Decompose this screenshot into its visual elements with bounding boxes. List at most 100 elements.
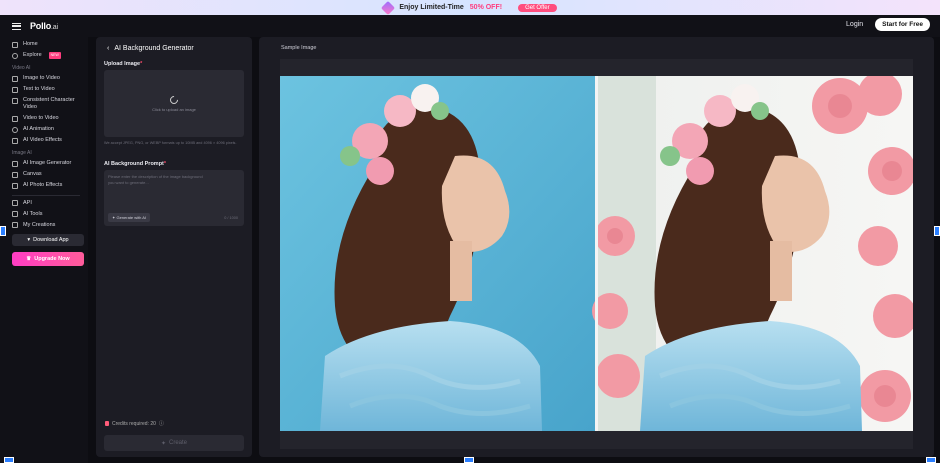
format-note: We accept JPEG, PNG, or WEBP formats up … (104, 141, 237, 145)
prompt-placeholder: Please enter the description of the imag… (108, 174, 203, 185)
menu-icon[interactable] (12, 22, 21, 30)
logo-name: Pollo (30, 21, 51, 31)
upgrade-now-button[interactable]: ♛ Upgrade Now (12, 251, 84, 266)
sidebar-item-image-to-video[interactable]: Image to Video (12, 75, 88, 82)
sidebar-item-label: Explore (23, 52, 42, 58)
folder-icon (12, 222, 18, 229)
sidebar-item-label: AI Tools (23, 210, 43, 217)
sidebar-item-label: AI Image Generator (23, 160, 72, 166)
upload-hint: Click to upload an image (152, 106, 196, 112)
resize-handle-left[interactable] (0, 226, 6, 236)
char-count: 0 / 1000 (224, 216, 238, 220)
resize-handle-bottom[interactable] (464, 457, 474, 463)
image-icon (12, 75, 18, 82)
preview-panel: Sample Image (259, 37, 934, 457)
sample-image-label: Sample Image (281, 45, 317, 51)
sample-comparison-image (280, 76, 913, 431)
tools-icon (12, 211, 18, 218)
sidebar-item-ai-video-effects[interactable]: AI Video Effects (12, 137, 88, 144)
video-icon (12, 115, 18, 122)
sidebar-item-label: Canvas (23, 171, 42, 177)
upload-dropzone[interactable]: Click to upload an image (104, 70, 244, 137)
upload-label-text: Upload Image (104, 61, 141, 67)
promo-banner: Enjoy Limited-Time 50% OFF! Get Offer (0, 0, 940, 15)
required-mark: * (140, 61, 143, 67)
new-badge: NEW (48, 52, 61, 59)
resize-handle-right[interactable] (934, 226, 940, 236)
top-bar: Pollo.ai Login Start for Free (0, 15, 940, 37)
prompt-label: AI Background Prompt* (104, 161, 166, 167)
sidebar-item-my-creations[interactable]: My Creations (12, 222, 88, 229)
sidebar-item-label: Consistent Character Video (23, 97, 75, 110)
home-icon (12, 41, 18, 48)
sidebar: Home Explore NEW Video AI Image to Video … (0, 37, 88, 463)
animation-icon (12, 126, 18, 133)
sidebar-item-label: Home (23, 41, 38, 47)
sidebar-item-label: Text to Video (23, 86, 55, 92)
sidebar-item-label: Image to Video (23, 75, 60, 81)
sparkle-icon: ✦ (160, 440, 166, 447)
image-generator-icon (12, 160, 18, 167)
sidebar-item-explore[interactable]: Explore NEW (12, 52, 88, 59)
create-button[interactable]: ✦ Create (104, 435, 244, 451)
sidebar-item-label: AI Video Effects (23, 137, 62, 143)
sidebar-item-canvas[interactable]: Canvas (12, 171, 88, 178)
credits-text: Credits required: 20 (112, 420, 156, 427)
download-app-button[interactable]: ▾ Download App (12, 233, 84, 246)
upgrade-label: Upgrade Now (34, 255, 70, 262)
section-video-ai: Video AI (12, 65, 31, 71)
sidebar-item-consistent-character[interactable]: Consistent Character Video (12, 97, 88, 111)
sidebar-item-video-to-video[interactable]: Video to Video (12, 115, 88, 122)
info-icon[interactable]: ⓘ (159, 420, 164, 427)
resize-handle-bottom-right[interactable] (926, 457, 936, 463)
sidebar-item-label: My Creations (23, 221, 56, 228)
promo-text: Enjoy Limited-Time (399, 4, 464, 11)
effects-icon (12, 137, 18, 144)
generate-with-ai-button[interactable]: ✦ Generate with AI (108, 213, 151, 222)
crown-icon: ♛ (26, 255, 32, 262)
upload-label: Upload Image* (104, 61, 142, 67)
upload-icon (168, 93, 180, 106)
sidebar-item-label: API (23, 199, 32, 206)
section-image-ai: Image AI (12, 150, 32, 156)
sidebar-item-text-to-video[interactable]: Text to Video (12, 86, 88, 93)
sidebar-divider (12, 195, 80, 196)
user-icon (12, 97, 18, 104)
create-label: Create (169, 440, 188, 446)
promo-discount: 50% OFF! (469, 4, 503, 11)
logo[interactable]: Pollo.ai (30, 21, 58, 31)
sidebar-item-ai-photo-effects[interactable]: AI Photo Effects (12, 182, 88, 189)
prompt-input[interactable]: Please enter the description of the imag… (104, 170, 244, 226)
sidebar-item-ai-image-generator[interactable]: AI Image Generator (12, 160, 88, 167)
panel-header: ‹ AI Background Generator (107, 45, 194, 52)
top-actions: Login Start for Free (846, 18, 930, 31)
compass-icon (12, 52, 18, 59)
canvas-icon (12, 171, 18, 178)
generator-panel: ‹ AI Background Generator Upload Image* … (96, 37, 252, 457)
sidebar-item-label: Video to Video (23, 115, 59, 121)
generate-with-ai-label: Generate with AI (116, 215, 147, 220)
credits-info: Credits required: 20 ⓘ (105, 420, 164, 427)
back-arrow-icon[interactable]: ‹ (107, 45, 109, 52)
sidebar-item-home[interactable]: Home (12, 41, 88, 48)
sidebar-item-label: AI Animation (23, 126, 54, 132)
resize-handle-bottom-left[interactable] (4, 457, 14, 463)
credit-icon (105, 421, 109, 426)
sidebar-item-label: AI Photo Effects (23, 182, 63, 188)
sidebar-item-api[interactable]: API (12, 200, 88, 207)
download-app-label: Download App (33, 236, 69, 243)
panel-title: AI Background Generator (114, 45, 194, 52)
photo-effects-icon (12, 182, 18, 189)
sample-photo (280, 76, 913, 431)
sidebar-item-ai-animation[interactable]: AI Animation (12, 126, 88, 133)
login-link[interactable]: Login (846, 21, 863, 28)
required-mark: * (163, 161, 167, 167)
start-for-free-button[interactable]: Start for Free (875, 18, 930, 31)
text-icon (12, 86, 18, 93)
logo-suffix: .ai (51, 24, 58, 31)
prompt-label-text: AI Background Prompt (104, 161, 164, 167)
get-offer-button[interactable]: Get Offer (518, 3, 557, 12)
preview-frame (280, 59, 913, 449)
sidebar-item-ai-tools[interactable]: AI Tools (12, 211, 88, 218)
gift-icon (381, 0, 396, 15)
